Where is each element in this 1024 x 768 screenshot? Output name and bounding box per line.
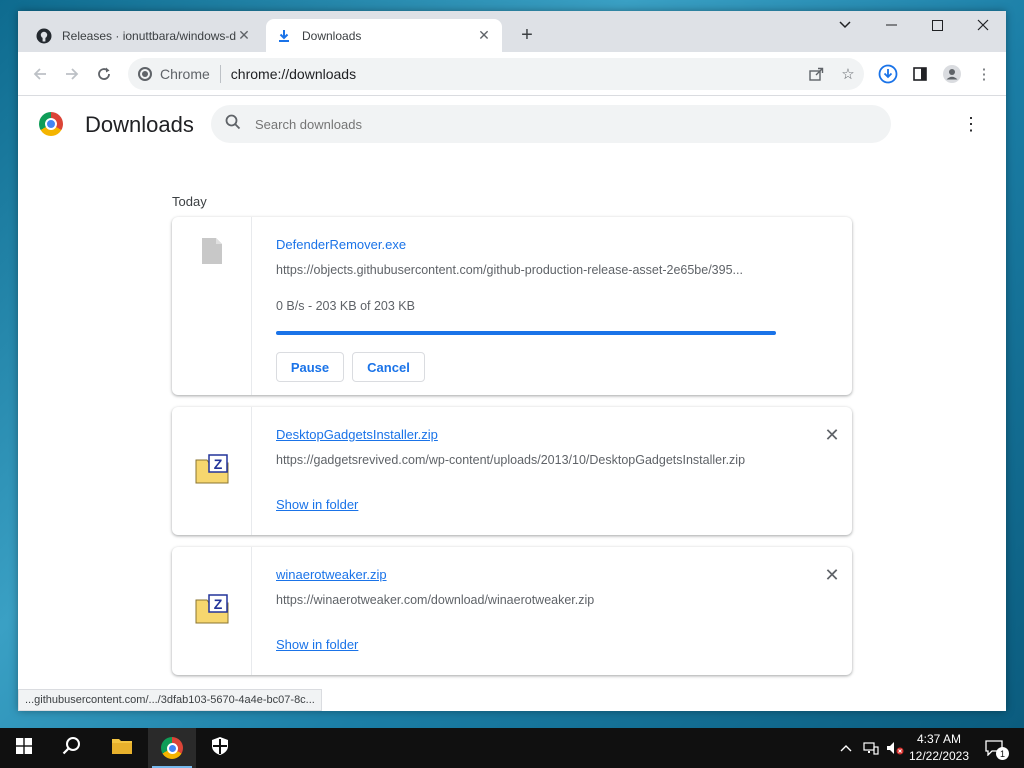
zip-folder-icon: Z (195, 593, 229, 629)
chrome-icon (161, 737, 183, 759)
svg-text:Z: Z (213, 456, 222, 472)
close-window-button[interactable] (960, 11, 1006, 39)
page-title: Downloads (85, 112, 194, 137)
new-tab-button[interactable]: + (516, 24, 538, 46)
omnibox-divider (219, 65, 221, 83)
file-name-link[interactable]: winaerotweaker.zip (276, 567, 387, 582)
network-icon[interactable] (860, 728, 882, 768)
github-icon (36, 28, 52, 44)
chrome-taskbar-button[interactable] (148, 728, 196, 768)
address-bar[interactable]: Chrome chrome://downloads (128, 58, 864, 90)
file-icon-column (172, 217, 252, 395)
download-item: DefenderRemover.exe https://objects.gith… (172, 217, 852, 395)
browser-window: Releases · ionuttbara/windows-d ✕ Downlo… (18, 11, 1006, 711)
remove-from-list-icon[interactable]: ✕ (822, 565, 842, 585)
file-url: https://objects.githubusercontent.com/gi… (276, 263, 743, 277)
clock[interactable]: 4:37 AM 12/22/2023 (908, 731, 970, 765)
tab-close-icon[interactable]: ✕ (236, 27, 252, 44)
maximize-button[interactable] (914, 11, 960, 39)
download-progress-bar (276, 331, 776, 335)
clock-time: 4:37 AM (916, 732, 962, 746)
tab-strip: Releases · ionuttbara/windows-d ✕ Downlo… (18, 11, 1006, 52)
tab-close-icon[interactable]: ✕ (476, 27, 492, 44)
tab-downloads[interactable]: Downloads ✕ (266, 19, 502, 52)
search-icon (225, 114, 241, 135)
share-icon[interactable] (804, 62, 828, 86)
chrome-chip: Chrome (138, 66, 210, 82)
zip-folder-icon: Z (195, 453, 229, 489)
pause-button[interactable]: Pause (276, 352, 344, 382)
folder-icon (111, 737, 133, 760)
downloads-header: Downloads ⋮ (18, 96, 1006, 152)
profile-avatar-icon[interactable] (940, 62, 964, 86)
tab-releases[interactable]: Releases · ionuttbara/windows-d ✕ (26, 19, 262, 52)
search-box[interactable] (211, 105, 891, 143)
download-icon (276, 28, 292, 44)
date-heading: Today (172, 194, 207, 209)
notification-center-button[interactable]: 1 (980, 728, 1009, 768)
search-icon (62, 736, 82, 761)
url-text: chrome://downloads (230, 66, 357, 82)
page-menu-icon[interactable]: ⋮ (962, 112, 980, 136)
search-input[interactable] (255, 116, 815, 132)
chrome-chip-label: Chrome (160, 66, 210, 82)
side-panel-icon[interactable] (908, 62, 932, 86)
search-taskbar-button[interactable] (48, 728, 96, 768)
windows-logo-icon (16, 737, 32, 759)
tab-title: Releases · ionuttbara/windows-d (62, 28, 236, 43)
toolbar: Chrome chrome://downloads ☆ ⋮ (18, 52, 1006, 96)
file-name-link[interactable]: DesktopGadgetsInstaller.zip (276, 427, 438, 442)
reload-button[interactable] (92, 62, 116, 86)
bookmark-star-icon[interactable]: ☆ (836, 62, 860, 86)
download-item-body: DesktopGadgetsInstaller.zip https://gadg… (276, 407, 832, 535)
file-explorer-taskbar-button[interactable] (98, 728, 146, 768)
chrome-icon (138, 67, 152, 81)
forward-button[interactable] (60, 62, 84, 86)
minimize-button[interactable] (868, 11, 914, 39)
shield-icon (211, 736, 229, 761)
security-taskbar-button[interactable] (196, 728, 244, 768)
file-url: https://gadgetsrevived.com/wp-content/up… (276, 453, 746, 467)
taskbar: 4:37 AM 12/22/2023 1 (0, 728, 1024, 768)
link-status-bar: ...githubusercontent.com/.../3dfab103-56… (18, 689, 322, 711)
svg-text:Z: Z (213, 596, 222, 612)
tab-title: Downloads (302, 28, 362, 43)
volume-muted-icon[interactable] (884, 728, 906, 768)
show-hidden-icons-chevron-icon[interactable] (836, 728, 856, 768)
file-icon-column: Z (172, 407, 252, 535)
download-item: Z winaerotweaker.zip https://winaerotwea… (172, 547, 852, 675)
file-icon-column: Z (172, 547, 252, 675)
downloads-page: Downloads ⋮ Today DefenderRemover.exe ht… (18, 96, 1006, 711)
download-item: Z DesktopGadgetsInstaller.zip https://ga… (172, 407, 852, 535)
chrome-logo-icon (39, 112, 63, 136)
tab-search-icon[interactable] (822, 11, 868, 39)
show-in-folder-link[interactable]: Show in folder (276, 637, 358, 652)
downloads-toolbar-icon[interactable] (876, 62, 900, 86)
back-button[interactable] (28, 62, 52, 86)
download-item-body: winaerotweaker.zip https://winaerotweake… (276, 547, 832, 675)
cancel-button[interactable]: Cancel (352, 352, 425, 382)
download-item-body: DefenderRemover.exe https://objects.gith… (276, 217, 832, 395)
download-status: 0 B/s - 203 KB of 203 KB (276, 299, 415, 313)
clock-date: 12/22/2023 (908, 749, 970, 763)
remove-from-list-icon[interactable]: ✕ (822, 425, 842, 445)
notification-icon: 1 (985, 740, 1009, 760)
file-name-link[interactable]: DefenderRemover.exe (276, 237, 406, 252)
file-icon (201, 237, 223, 270)
show-in-folder-link[interactable]: Show in folder (276, 497, 358, 512)
file-url: https://winaerotweaker.com/download/wina… (276, 593, 595, 607)
notification-count-badge: 1 (996, 747, 1009, 760)
menu-kebab-icon[interactable]: ⋮ (972, 62, 996, 86)
start-button[interactable] (0, 728, 48, 768)
